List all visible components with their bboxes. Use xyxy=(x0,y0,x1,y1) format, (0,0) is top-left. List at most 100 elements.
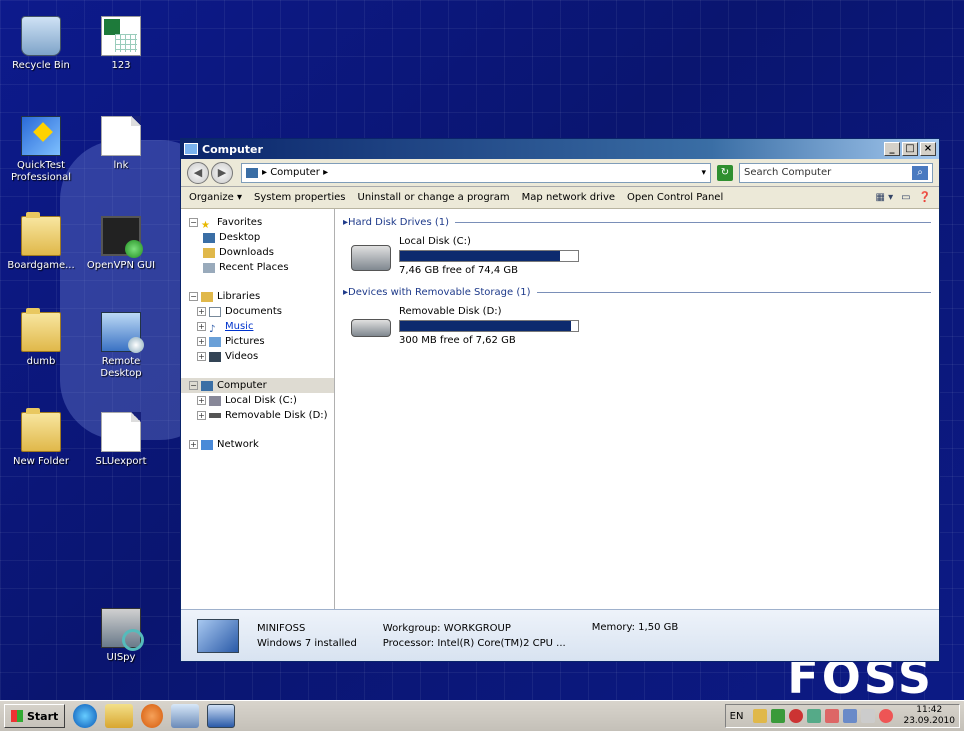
expand-icon[interactable]: + xyxy=(189,440,198,449)
desktop-icon-recycle-bin[interactable]: Recycle Bin xyxy=(4,16,78,72)
tray-update-icon[interactable] xyxy=(879,709,894,723)
group-header-label: Devices with Removable Storage (1) xyxy=(348,286,531,298)
forward-button[interactable]: ▶ xyxy=(211,161,233,184)
libraries-icon xyxy=(201,291,213,302)
internet-explorer-icon[interactable] xyxy=(73,704,98,728)
tray-folder-icon[interactable] xyxy=(753,709,768,723)
desktop-icon-remote-desktop[interactable]: Remote Desktop xyxy=(84,312,158,380)
desktop-icon-dumb[interactable]: dumb xyxy=(4,308,78,368)
search-input[interactable]: Search Computer ⌕ xyxy=(739,162,933,183)
paint-icon[interactable] xyxy=(171,704,200,728)
desktop-icon-quicktest[interactable]: QuickTest Professional xyxy=(4,116,78,184)
nav-item-videos[interactable]: + Videos xyxy=(189,349,334,364)
memory-info: Memory: 1,50 GB xyxy=(591,622,679,633)
group-divider xyxy=(455,221,931,223)
system-tray: EN 11:42 23.09.2010 xyxy=(724,704,960,728)
nav-item-recent-places[interactable]: Recent Places xyxy=(189,260,334,275)
expand-icon[interactable]: + xyxy=(197,337,206,346)
nav-item-music[interactable]: + ♪ Music xyxy=(189,319,334,335)
desktop-icon-lnk[interactable]: lnk xyxy=(84,116,158,172)
drive-name: Removable Disk (D:) xyxy=(399,306,502,317)
group-header-hard-disks[interactable]: ▸ Hard Disk Drives (1) xyxy=(343,215,931,229)
start-label: Start xyxy=(27,709,59,723)
breadcrumb[interactable]: ▸ Computer ▸ ▾ xyxy=(241,162,711,183)
expand-icon[interactable]: + xyxy=(197,307,206,316)
desktop-icon-label: UISpy xyxy=(106,652,136,663)
desktop-icon-openvpn[interactable]: OpenVPN GUI xyxy=(84,216,158,272)
uispy-icon xyxy=(101,608,144,651)
collapse-icon[interactable]: − xyxy=(189,292,198,301)
clock[interactable]: 11:42 23.09.2010 xyxy=(903,705,955,727)
tray-flag-icon[interactable] xyxy=(825,709,840,723)
start-button[interactable]: Start xyxy=(4,704,66,728)
desktop-icon-label: New Folder xyxy=(13,456,69,467)
minimize-button[interactable]: _ xyxy=(884,142,900,156)
nav-item-downloads[interactable]: Downloads xyxy=(189,245,334,260)
network-icon xyxy=(201,439,213,450)
collapse-icon[interactable]: − xyxy=(189,381,198,390)
drives-pane: ▸ Hard Disk Drives (1) Local Disk (C:) 7… xyxy=(335,209,939,609)
drive-usage-bar xyxy=(399,250,579,262)
collapse-icon[interactable]: − xyxy=(189,218,198,227)
tray-alert-icon[interactable] xyxy=(789,709,804,723)
nav-item-network[interactable]: + Network xyxy=(189,437,334,452)
maximize-button[interactable]: □ xyxy=(902,142,918,156)
computer-icon xyxy=(184,143,198,155)
back-button[interactable]: ◀ xyxy=(187,161,209,184)
tray-network-icon[interactable] xyxy=(771,709,786,723)
drive-item-d[interactable]: Removable Disk (D:) 300 MB free of 7,62 … xyxy=(351,305,931,347)
nav-label: Documents xyxy=(225,306,283,317)
nav-label: Music xyxy=(225,321,254,332)
open-control-panel-button[interactable]: Open Control Panel xyxy=(627,192,723,203)
close-button[interactable]: × xyxy=(920,142,936,156)
expand-icon[interactable]: + xyxy=(197,396,206,405)
nav-item-computer[interactable]: − Computer xyxy=(181,378,334,393)
nav-item-favorites[interactable]: − ★ Favorites xyxy=(189,215,334,231)
drive-usage-bar xyxy=(399,320,579,332)
expand-icon[interactable]: + xyxy=(197,322,206,331)
map-network-drive-button[interactable]: Map network drive xyxy=(522,192,615,203)
desktop-icon-new-folder[interactable]: New Folder xyxy=(4,408,78,468)
uninstall-button[interactable]: Uninstall or change a program xyxy=(358,192,510,203)
nav-item-removable-disk[interactable]: + Removable Disk (D:) xyxy=(189,408,334,423)
computer-icon xyxy=(246,167,258,178)
window-titlebar[interactable]: Computer _ □ × xyxy=(181,139,939,159)
tray-printer-icon[interactable] xyxy=(861,709,876,723)
desktop-icon-label: 123 xyxy=(111,60,131,71)
nav-item-pictures[interactable]: + Pictures xyxy=(189,334,334,349)
explorer-taskbar-icon[interactable] xyxy=(105,704,134,728)
system-properties-button[interactable]: System properties xyxy=(254,192,346,203)
organize-button[interactable]: Organize ▾ xyxy=(189,192,242,203)
help-icon[interactable]: ❓ xyxy=(919,192,931,203)
preview-pane-icon[interactable]: ▭ xyxy=(901,192,910,203)
desktop-icon-boardgame[interactable]: Boardgame... xyxy=(4,212,78,272)
openvpn-icon xyxy=(101,216,143,258)
nav-item-documents[interactable]: + Documents xyxy=(189,304,334,319)
desktop-icon-sluexport[interactable]: SLUexport xyxy=(84,412,158,468)
remote-desktop-icon xyxy=(101,312,144,353)
address-bar: ◀ ▶ ▸ Computer ▸ ▾ ↻ Search Computer ⌕ xyxy=(181,159,939,187)
search-icon[interactable]: ⌕ xyxy=(912,165,928,180)
expand-icon[interactable]: + xyxy=(197,411,206,420)
outlook-icon[interactable] xyxy=(141,704,164,728)
desktop-icon-uispy[interactable]: UISpy xyxy=(84,608,158,664)
group-header-removable[interactable]: ▸ Devices with Removable Storage (1) xyxy=(343,285,931,299)
drive-item-c[interactable]: Local Disk (C:) 7,46 GB free of 74,4 GB xyxy=(351,235,931,277)
desktop: Recycle Bin 123 QuickTest Professional l… xyxy=(0,0,964,700)
refresh-icon[interactable]: ↻ xyxy=(717,164,733,181)
nav-item-local-disk[interactable]: + Local Disk (C:) xyxy=(189,393,334,408)
desktop-icon-123[interactable]: 123 xyxy=(84,16,158,72)
word-document-icon[interactable] xyxy=(207,704,236,728)
nav-item-libraries[interactable]: − Libraries xyxy=(189,289,334,304)
tray-signal-icon[interactable] xyxy=(807,709,822,723)
drive-usage-fill xyxy=(400,321,571,331)
desktop-icon-label: Recycle Bin xyxy=(12,60,70,71)
desktop-icon-label: QuickTest Professional xyxy=(10,160,72,183)
nav-item-desktop[interactable]: Desktop xyxy=(189,230,334,245)
views-icon[interactable]: ▦ ▾ xyxy=(875,192,893,203)
chevron-down-icon[interactable]: ▾ xyxy=(701,168,706,178)
expand-icon[interactable]: + xyxy=(197,352,206,361)
tray-app-icon[interactable] xyxy=(843,709,858,723)
language-indicator[interactable]: EN xyxy=(730,711,744,722)
desktop-icon-label: Boardgame... xyxy=(7,260,75,271)
